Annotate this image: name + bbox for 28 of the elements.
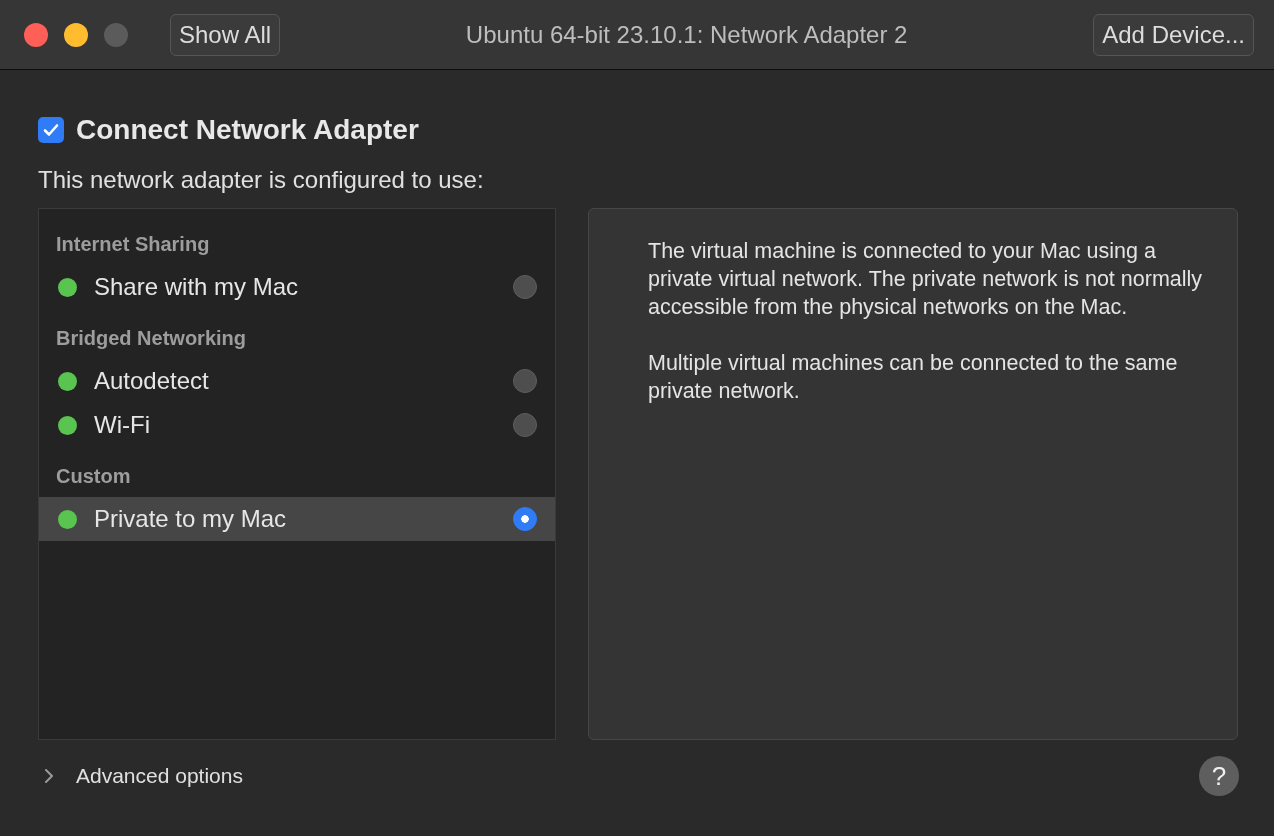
radio-button[interactable] [513,507,537,531]
description-text: The virtual machine is connected to your Mac using a private virtual network. The private network is not normally accessible from the physical networks on the Mac. [648,238,1204,321]
network-option-row[interactable]: Share with my Mac [39,265,555,309]
checkbox-label: Connect Network Adapter [76,114,419,146]
subtitle-text: This network adapter is configured to use: [38,166,485,194]
chevron-icon [44,769,54,783]
window-title: Ubuntu 64-bit 23.10.1: Network Adapter 2 [464,20,909,49]
group-heading: Internet Sharing [55,232,211,257]
network-option-row[interactable]: Autodetect [39,359,555,403]
advanced-options-disclosure[interactable]: Advanced options [38,764,243,788]
group-heading: Bridged Networking [55,326,247,351]
radio-button[interactable] [513,369,537,393]
radio-button[interactable] [513,413,537,437]
group-heading: Custom [55,464,132,489]
minimize-button[interactable] [64,22,88,47]
help-button[interactable]: ? [1199,756,1239,796]
option-label: Share with my Mac [94,273,300,301]
close-button[interactable] [24,22,48,47]
option-label: Private to my Mac [94,505,288,533]
description-text: Multiple virtual machines can be connected to the same private network. [648,350,1179,405]
add-device-button[interactable]: Add Device... [1093,13,1254,56]
network-option-row[interactable]: Private to my Mac [39,497,555,541]
network-option-row[interactable]: Wi-Fi [39,403,555,447]
checkbox[interactable] [38,117,64,143]
show-all-button[interactable]: Show All [170,13,281,56]
option-label: Wi-Fi [94,411,151,439]
option-label: Autodetect [94,367,210,395]
radio-button[interactable] [513,275,537,299]
